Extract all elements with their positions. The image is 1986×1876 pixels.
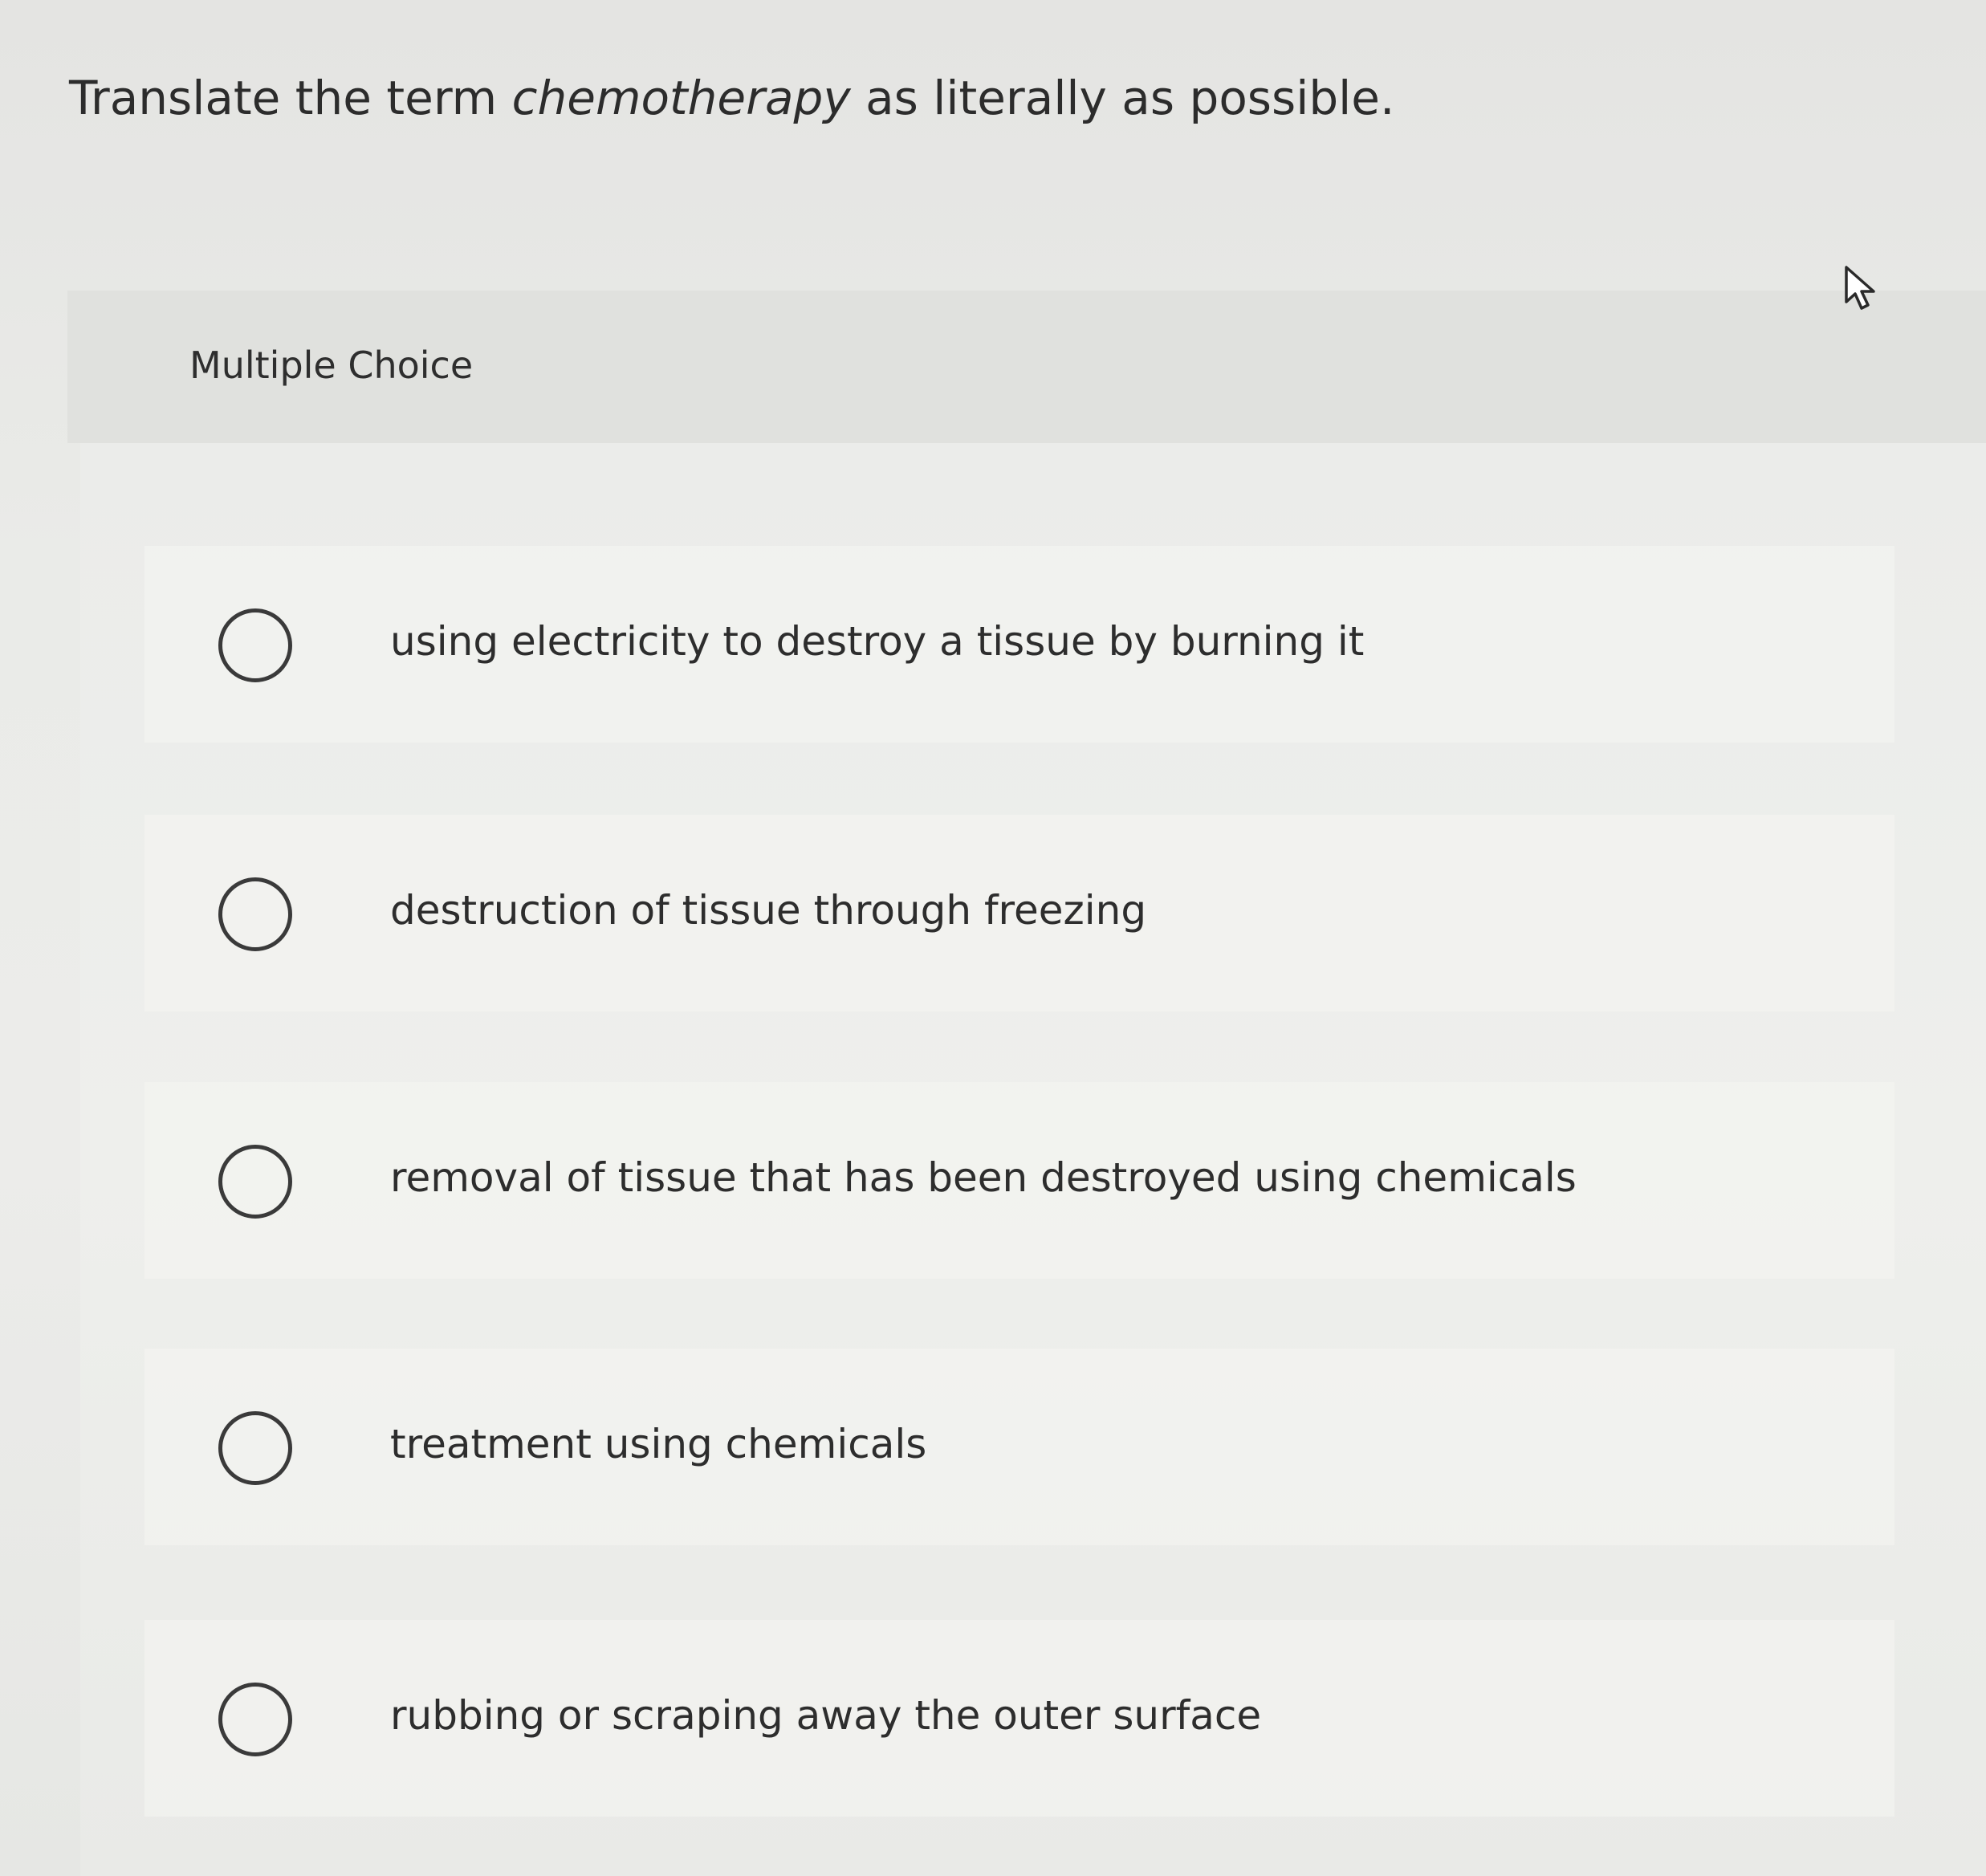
option-1[interactable]: using electricity to destroy a tissue by…	[144, 546, 1894, 743]
radio-circle-icon[interactable]	[218, 1411, 292, 1485]
option-label: rubbing or scraping away the outer surfa…	[390, 1692, 1262, 1739]
question-term: chemotherapy	[511, 71, 851, 125]
radio-circle-icon[interactable]	[218, 1145, 292, 1219]
option-4[interactable]: treatment using chemicals	[144, 1349, 1894, 1545]
radio-circle-icon[interactable]	[218, 608, 292, 682]
question-text: Translate the term chemotherapy as liter…	[69, 71, 1394, 125]
option-label: using electricity to destroy a tissue by…	[390, 618, 1365, 665]
question-suffix: as literally as possible.	[850, 71, 1395, 125]
question-prefix: Translate the term	[69, 71, 512, 125]
option-label: treatment using chemicals	[390, 1421, 927, 1467]
radio-circle-icon[interactable]	[218, 1683, 292, 1756]
option-label: destruction of tissue through freezing	[390, 887, 1147, 934]
option-2[interactable]: destruction of tissue through freezing	[144, 815, 1894, 1011]
mouse-pointer-icon	[1845, 266, 1875, 310]
option-5[interactable]: rubbing or scraping away the outer surfa…	[144, 1620, 1894, 1817]
multiple-choice-label: Multiple Choice	[189, 344, 474, 387]
option-3[interactable]: removal of tissue that has been destroye…	[144, 1082, 1894, 1279]
radio-circle-icon[interactable]	[218, 877, 292, 951]
option-label: removal of tissue that has been destroye…	[390, 1154, 1577, 1201]
